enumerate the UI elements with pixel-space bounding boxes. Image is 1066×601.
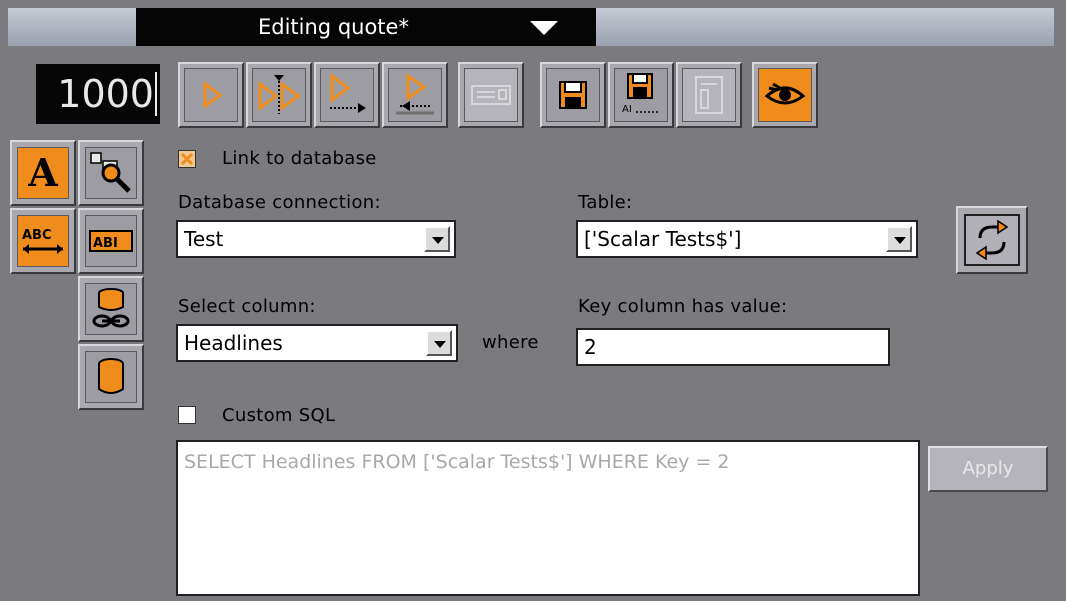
select-column-value: Headlines [184,331,283,355]
text-width-button[interactable]: ABC [10,208,76,274]
text-field-button[interactable]: ABI [78,208,144,274]
text-tool-icon: A [28,150,58,195]
template-icon [695,76,723,114]
template-button[interactable] [676,62,742,128]
text-cursor [155,72,157,116]
apply-button[interactable]: Apply [928,446,1048,492]
save-as-icon: AI [622,73,660,115]
table-select[interactable]: ['Scalar Tests$'] [576,220,918,258]
custom-sql-label: Custom SQL [222,405,336,426]
play-in-icon [396,73,434,115]
db-connection-label: Database connection: [178,192,381,213]
preview-button[interactable] [752,62,818,128]
save-icon [559,81,587,109]
refresh-button[interactable] [956,206,1028,274]
database-button[interactable] [78,344,144,410]
text-field-icon: ABI [89,230,133,252]
sql-text: SELECT Headlines FROM ['Scalar Tests$'] … [184,451,730,473]
window-title: Editing quote* [258,15,409,39]
frame-counter[interactable]: 1000 [36,64,160,124]
save-as-button[interactable]: AI [608,62,674,128]
play-in-button[interactable] [382,62,448,128]
preview-eye-icon [764,82,806,105]
select-column-dropdown-icon[interactable] [426,330,452,356]
table-value: ['Scalar Tests$'] [584,227,742,251]
play-out-button[interactable] [314,62,380,128]
step-play-button[interactable] [246,62,312,128]
refresh-icon [975,220,1009,260]
play-button[interactable] [178,62,244,128]
frame-counter-value: 1000 [57,72,154,116]
key-column-label: Key column has value: [578,296,788,317]
database-link-button[interactable] [78,276,144,342]
link-to-database-label: Link to database [222,148,377,169]
db-connection-dropdown-icon[interactable] [424,226,450,252]
key-column-value: 2 [584,335,597,359]
title-bar: Editing quote* [0,0,1066,50]
title-bar-left [8,8,136,46]
svg-text:AI: AI [622,104,632,115]
database-link-icon [92,288,130,328]
svg-text:ABC: ABC [22,228,52,243]
play-out-icon [330,73,366,113]
text-tool-button[interactable]: A [10,140,76,206]
keyboard-button[interactable] [458,62,524,128]
object-search-icon [90,152,131,193]
svg-text:ABI: ABI [93,236,118,251]
table-dropdown-icon[interactable] [886,226,912,252]
db-connection-value: Test [184,227,224,251]
db-connection-select[interactable]: Test [176,220,456,258]
title-bar-right [596,8,1054,46]
save-button[interactable] [540,62,606,128]
database-icon [98,358,124,394]
object-search-button[interactable] [78,140,144,206]
sql-textarea[interactable]: SELECT Headlines FROM ['Scalar Tests$'] … [176,440,920,596]
where-label: where [482,332,539,353]
select-column-label: Select column: [178,296,316,317]
step-play-icon [258,75,301,114]
text-width-icon: ABC [22,228,63,254]
keyboard-icon [471,85,511,105]
key-column-input[interactable]: 2 [576,328,890,366]
title-dropdown-icon[interactable] [530,21,558,35]
table-label: Table: [578,192,633,213]
play-icon [203,81,223,109]
link-to-database-checkbox[interactable] [178,150,196,168]
custom-sql-checkbox[interactable] [178,406,196,424]
select-column-select[interactable]: Headlines [176,324,458,362]
check-x-icon [180,152,194,166]
